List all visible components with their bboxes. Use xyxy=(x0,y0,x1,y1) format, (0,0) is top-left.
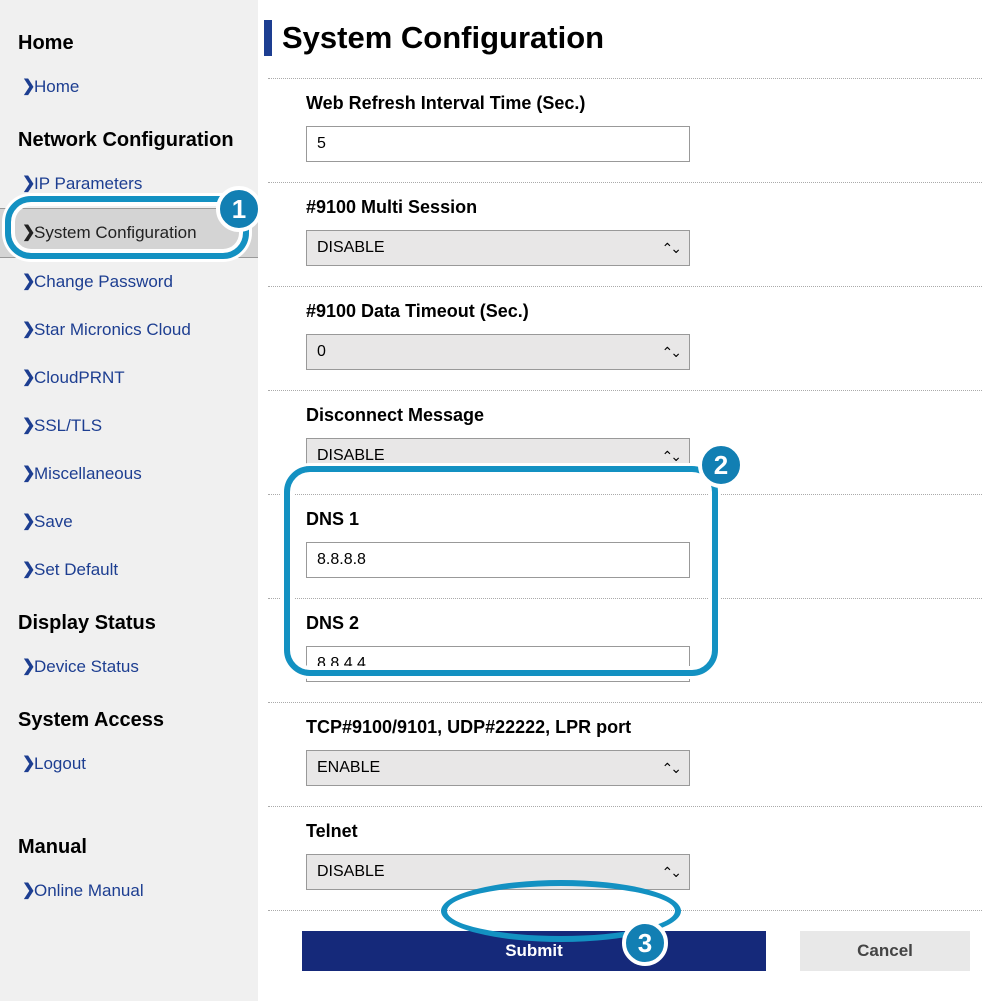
chevron-right-icon: ❯ xyxy=(22,415,35,435)
multi-session-select[interactable]: DISABLE ⌃⌄ xyxy=(306,230,690,266)
sidebar-group-manual: Manual xyxy=(0,818,258,867)
field-label: Web Refresh Interval Time (Sec.) xyxy=(306,93,982,114)
field-multi-session: #9100 Multi Session DISABLE ⌃⌄ xyxy=(268,182,982,286)
chevron-right-icon: ❯ xyxy=(22,753,35,773)
field-label: TCP#9100/9101, UDP#22222, LPR port xyxy=(306,717,982,738)
sidebar-group-network: Network Configuration xyxy=(0,111,258,160)
sidebar-item-label: Star Micronics Cloud xyxy=(34,320,191,339)
chevron-right-icon: ❯ xyxy=(22,880,35,900)
sidebar-item-cloudprnt[interactable]: ❯CloudPRNT xyxy=(0,354,258,402)
field-label: #9100 Multi Session xyxy=(306,197,982,218)
sidebar-item-label: IP Parameters xyxy=(34,174,142,193)
updown-caret-icon: ⌃⌄ xyxy=(662,448,679,465)
sidebar-item-save[interactable]: ❯Save xyxy=(0,498,258,546)
cancel-button[interactable]: Cancel xyxy=(800,931,970,971)
sidebar-item-logout[interactable]: ❯Logout xyxy=(0,740,258,788)
field-telnet: Telnet DISABLE ⌃⌄ xyxy=(268,806,982,910)
chevron-right-icon: ❯ xyxy=(22,559,35,579)
sidebar-item-label: Home xyxy=(34,77,79,96)
sidebar-item-label: Device Status xyxy=(34,657,139,676)
main-content: System Configuration Web Refresh Interva… xyxy=(258,0,1000,1001)
callout-badge-1: 1 xyxy=(216,186,262,232)
sidebar-item-label: SSL/TLS xyxy=(34,416,102,435)
dns1-input[interactable] xyxy=(306,542,690,578)
sidebar-group-system-access: System Access xyxy=(0,691,258,740)
sidebar-item-star-micronics-cloud[interactable]: ❯Star Micronics Cloud xyxy=(0,306,258,354)
data-timeout-select[interactable]: 0 ⌃⌄ xyxy=(306,334,690,370)
select-value: 0 xyxy=(317,343,326,361)
telnet-select[interactable]: DISABLE ⌃⌄ xyxy=(306,854,690,890)
callout-badge-2: 2 xyxy=(698,442,744,488)
chevron-right-icon: ❯ xyxy=(22,367,35,387)
sidebar-group-display-status: Display Status xyxy=(0,594,258,643)
sidebar: Home ❯Home Network Configuration ❯IP Par… xyxy=(0,0,258,1001)
updown-caret-icon: ⌃⌄ xyxy=(662,864,679,881)
chevron-right-icon: ❯ xyxy=(22,271,35,291)
page-title: System Configuration xyxy=(264,20,982,56)
field-label: #9100 Data Timeout (Sec.) xyxy=(306,301,982,322)
sidebar-item-label: Logout xyxy=(34,754,86,773)
updown-caret-icon: ⌃⌄ xyxy=(662,240,679,257)
callout-badge-3: 3 xyxy=(622,920,668,966)
chevron-right-icon: ❯ xyxy=(22,319,35,339)
select-value: DISABLE xyxy=(317,239,385,257)
sidebar-item-label: Miscellaneous xyxy=(34,464,142,483)
select-value: DISABLE xyxy=(317,863,385,881)
chevron-right-icon: ❯ xyxy=(22,222,35,242)
field-label: Telnet xyxy=(306,821,982,842)
updown-caret-icon: ⌃⌄ xyxy=(662,344,679,361)
chevron-right-icon: ❯ xyxy=(22,173,35,193)
field-data-timeout: #9100 Data Timeout (Sec.) 0 ⌃⌄ xyxy=(268,286,982,390)
chevron-right-icon: ❯ xyxy=(22,463,35,483)
submit-button[interactable]: Submit xyxy=(302,931,766,971)
field-ports: TCP#9100/9101, UDP#22222, LPR port ENABL… xyxy=(268,702,982,806)
field-label: Disconnect Message xyxy=(306,405,982,426)
sidebar-item-miscellaneous[interactable]: ❯Miscellaneous xyxy=(0,450,258,498)
sidebar-item-label: System Configuration xyxy=(34,223,197,242)
web-refresh-input[interactable] xyxy=(306,126,690,162)
sidebar-item-label: Set Default xyxy=(34,560,118,579)
disconnect-message-select[interactable]: DISABLE ⌃⌄ xyxy=(306,438,690,474)
sidebar-item-device-status[interactable]: ❯Device Status xyxy=(0,643,258,691)
chevron-right-icon: ❯ xyxy=(22,76,35,96)
field-disconnect-message: Disconnect Message DISABLE ⌃⌄ xyxy=(268,390,982,494)
sidebar-item-change-password[interactable]: ❯Change Password xyxy=(0,258,258,306)
sidebar-item-home[interactable]: ❯Home xyxy=(0,63,258,111)
select-value: DISABLE xyxy=(317,447,385,465)
field-dns1: DNS 1 xyxy=(268,494,982,598)
chevron-right-icon: ❯ xyxy=(22,656,35,676)
dns2-input[interactable] xyxy=(306,646,690,682)
sidebar-item-label: CloudPRNT xyxy=(34,368,125,387)
field-dns2: DNS 2 xyxy=(268,598,982,702)
sidebar-item-set-default[interactable]: ❯Set Default xyxy=(0,546,258,594)
sidebar-item-ssl-tls[interactable]: ❯SSL/TLS xyxy=(0,402,258,450)
field-web-refresh: Web Refresh Interval Time (Sec.) xyxy=(268,78,982,182)
sidebar-item-label: Online Manual xyxy=(34,881,144,900)
sidebar-item-online-manual[interactable]: ❯Online Manual xyxy=(0,867,258,915)
ports-select[interactable]: ENABLE ⌃⌄ xyxy=(306,750,690,786)
sidebar-group-home: Home xyxy=(0,14,258,63)
select-value: ENABLE xyxy=(317,759,380,777)
chevron-right-icon: ❯ xyxy=(22,511,35,531)
sidebar-item-label: Change Password xyxy=(34,272,173,291)
field-label: DNS 1 xyxy=(306,509,982,530)
field-label: DNS 2 xyxy=(306,613,982,634)
sidebar-item-label: Save xyxy=(34,512,73,531)
updown-caret-icon: ⌃⌄ xyxy=(662,760,679,777)
